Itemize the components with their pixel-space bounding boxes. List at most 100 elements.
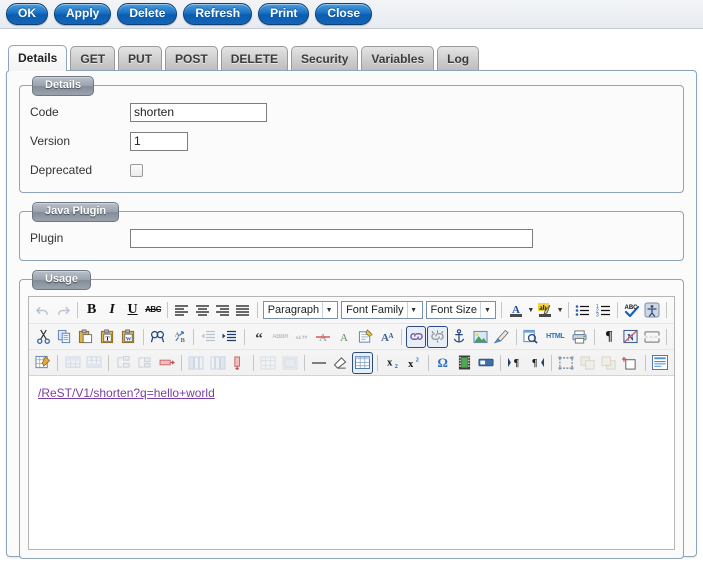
insert-column-before-icon[interactable] — [186, 352, 206, 374]
subscript-icon[interactable]: x 2 — [382, 352, 402, 374]
font-family-select[interactable]: Font Family ▼ — [341, 301, 423, 319]
italic-icon[interactable]: I — [102, 299, 121, 321]
tab-get[interactable]: GET — [70, 46, 116, 71]
accessibility-icon[interactable] — [642, 299, 661, 321]
ok-button[interactable]: OK — [6, 3, 48, 25]
table-properties-icon[interactable] — [33, 352, 53, 374]
editor-toolbar-row-2: T W A B “ ABBR “” A A A A HTML ¶ N — [29, 323, 674, 349]
toolbar-separator — [76, 302, 78, 318]
tab-put[interactable]: PUT — [118, 46, 163, 71]
spellcheck-icon[interactable]: ABC — [622, 299, 641, 321]
undo-icon[interactable] — [33, 299, 52, 321]
print-icon[interactable] — [570, 326, 590, 348]
editor-content-area[interactable]: /ReST/V1/shorten?q=hello+world — [29, 376, 674, 549]
deprecated-checkbox[interactable] — [130, 163, 143, 177]
bullet-list-icon[interactable] — [573, 299, 592, 321]
cut-icon[interactable] — [33, 326, 53, 348]
style-properties-icon[interactable]: A A — [377, 326, 397, 348]
bold-icon[interactable]: B — [82, 299, 101, 321]
print-button[interactable]: Print — [258, 3, 310, 25]
align-justify-icon[interactable] — [233, 299, 252, 321]
template-icon[interactable] — [650, 352, 670, 374]
outdent-icon[interactable] — [198, 326, 218, 348]
unlink-icon[interactable] — [427, 325, 448, 348]
tab-delete[interactable]: DELETE — [220, 46, 289, 71]
remove-format-icon[interactable]: A — [313, 326, 333, 348]
font-size-select[interactable]: Font Size ▼ — [425, 301, 497, 319]
right-to-left-icon[interactable]: ¶ — [526, 352, 546, 374]
nonbreaking-icon[interactable]: N — [620, 326, 640, 348]
tab-variables[interactable]: Variables — [361, 46, 435, 71]
underline-icon[interactable]: U — [123, 299, 142, 321]
cell-properties-icon[interactable] — [135, 352, 155, 374]
text-color-icon[interactable]: A — [506, 299, 525, 321]
blockquote-icon[interactable]: “ — [249, 323, 269, 350]
pilcrow-icon[interactable]: ¶ — [599, 326, 619, 348]
copy-icon[interactable] — [54, 326, 74, 348]
highlight-color-chevron-down-icon[interactable]: ▼ — [556, 300, 564, 320]
tab-security[interactable]: Security — [291, 46, 359, 71]
delete-column-icon[interactable] — [229, 352, 249, 374]
tab-log[interactable]: Log — [437, 46, 480, 71]
indent-icon[interactable] — [220, 326, 240, 348]
insert-media-icon[interactable] — [454, 352, 474, 374]
page-break-icon[interactable] — [642, 326, 662, 348]
paste-from-word-icon[interactable]: W — [118, 326, 138, 348]
strikethrough-icon[interactable]: ABC — [143, 299, 162, 321]
merge-cells-icon[interactable] — [280, 352, 300, 374]
find-replace-icon[interactable]: A B — [169, 326, 189, 348]
html-source-icon[interactable]: HTML — [542, 326, 569, 348]
grid-icon[interactable] — [352, 351, 373, 374]
apply-button[interactable]: Apply — [54, 3, 112, 25]
insert-character-icon[interactable]: A — [334, 326, 354, 348]
layer-back-icon[interactable] — [577, 352, 597, 374]
version-input[interactable] — [130, 131, 188, 151]
omega-icon[interactable]: Ω — [433, 352, 453, 374]
preview-icon[interactable] — [521, 326, 541, 348]
tab-details[interactable]: Details — [8, 45, 68, 71]
cleanup-icon[interactable] — [491, 326, 511, 348]
insert-column-after-icon[interactable] — [207, 352, 227, 374]
chevron-down-icon: ▼ — [406, 302, 420, 318]
close-button[interactable]: Close — [315, 3, 373, 25]
usage-url-link[interactable]: /ReST/V1/shorten?q=hello+world — [38, 386, 215, 400]
tab-post[interactable]: POST — [165, 46, 218, 71]
insert-image-icon[interactable] — [470, 326, 490, 348]
align-left-icon[interactable] — [172, 299, 191, 321]
insert-embed-icon[interactable] — [475, 352, 495, 374]
eraser-icon[interactable] — [331, 352, 351, 374]
find-icon[interactable] — [148, 326, 168, 348]
delete-button[interactable]: Delete — [117, 3, 178, 25]
redo-icon[interactable] — [53, 299, 72, 321]
paste-as-text-icon[interactable]: T — [97, 326, 117, 348]
delete-row-icon[interactable] — [156, 352, 176, 374]
numbered-list-icon[interactable]: 123 — [594, 299, 613, 321]
quotation-icon[interactable]: “” — [291, 324, 311, 350]
highlight-color-icon[interactable]: ab — [536, 299, 555, 321]
refresh-button[interactable]: Refresh — [183, 3, 253, 25]
toolbar-separator — [501, 302, 503, 318]
split-cells-icon[interactable] — [258, 352, 278, 374]
insert-link-icon[interactable] — [406, 325, 427, 348]
plugin-input[interactable] — [130, 228, 533, 248]
insert-row-before-icon[interactable] — [62, 352, 82, 374]
insert-row-after-icon[interactable] — [84, 352, 104, 374]
abbreviation-icon[interactable]: ABBR — [270, 326, 290, 348]
add-layer-icon[interactable] — [620, 352, 640, 374]
align-right-icon[interactable] — [213, 299, 232, 321]
text-color-chevron-down-icon[interactable]: ▼ — [527, 300, 535, 320]
code-input[interactable] — [130, 102, 267, 122]
superscript-icon[interactable]: x 2 — [403, 352, 423, 374]
insert-note-icon[interactable] — [355, 326, 375, 348]
layer-front-icon[interactable] — [599, 352, 619, 374]
left-to-right-icon[interactable]: ¶ — [505, 352, 525, 374]
anchor-icon[interactable] — [449, 326, 469, 348]
horizontal-rule-icon[interactable] — [309, 352, 329, 374]
paste-icon[interactable] — [76, 326, 96, 348]
toolbar-separator — [617, 302, 619, 318]
align-center-icon[interactable] — [192, 299, 211, 321]
toolbar-separator — [243, 328, 245, 345]
paragraph-format-select[interactable]: Paragraph ▼ — [262, 301, 339, 319]
fullscreen-icon[interactable] — [556, 352, 576, 374]
row-properties-icon[interactable] — [113, 352, 133, 374]
